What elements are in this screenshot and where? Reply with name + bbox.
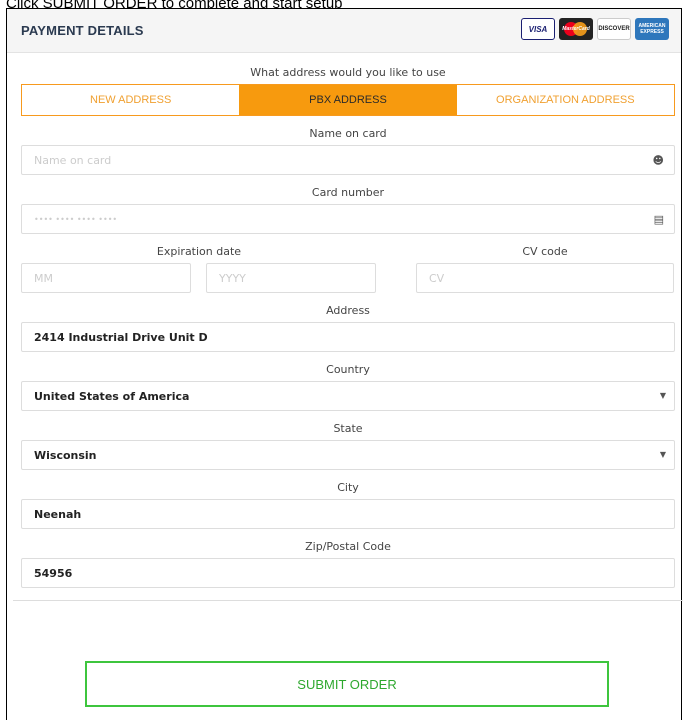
tab-organization-address[interactable]: ORGANIZATION ADDRESS xyxy=(457,85,674,115)
state-value: Wisconsin xyxy=(34,448,97,462)
state-select[interactable]: Wisconsin ▼ xyxy=(21,440,675,470)
country-label: Country xyxy=(326,363,370,376)
card-number-label: Card number xyxy=(311,186,385,199)
expiration-year-input[interactable]: YYYY xyxy=(206,263,376,293)
address-label: Address xyxy=(326,304,370,317)
payment-panel: PAYMENT DETAILS VISA MasterCard DISCOVER… xyxy=(6,8,683,720)
form-content: What address would you like to use NEW A… xyxy=(13,65,683,601)
expiration-cv-row: MM YYYY CV xyxy=(21,263,675,293)
visa-icon: VISA xyxy=(521,18,555,40)
card-number-placeholder: •••• •••• •••• •••• xyxy=(34,214,118,224)
name-on-card-label: Name on card xyxy=(309,127,387,140)
chevron-down-icon: ▼ xyxy=(659,450,666,459)
submit-order-button[interactable]: SUBMIT ORDER xyxy=(85,661,609,707)
tab-new-address[interactable]: NEW ADDRESS xyxy=(22,85,239,115)
amex-icon: AMERICAN EXPRESS xyxy=(635,18,669,40)
cv-code-input[interactable]: CV xyxy=(416,263,674,293)
cv-code-label: CV code xyxy=(522,245,568,258)
address-input[interactable]: 2414 Industrial Drive Unit D xyxy=(21,322,675,352)
discover-icon: DISCOVER xyxy=(597,18,631,40)
credit-card-icon: ▤ xyxy=(653,213,664,226)
month-placeholder: MM xyxy=(34,271,53,285)
expiration-month-input[interactable]: MM xyxy=(21,263,191,293)
city-input[interactable]: Neenah xyxy=(21,499,675,529)
zip-label: Zip/Postal Code xyxy=(305,540,391,553)
page-title: PAYMENT DETAILS xyxy=(21,23,144,38)
card-number-input[interactable]: •••• •••• •••• •••• ▤ xyxy=(21,204,675,234)
address-tabs: NEW ADDRESS PBX ADDRESS ORGANIZATION ADD… xyxy=(21,84,675,116)
address-choice-label: What address would you like to use xyxy=(250,66,446,79)
country-select[interactable]: United States of America ▼ xyxy=(21,381,675,411)
expiration-cv-labels: Expiration date CV code xyxy=(21,244,675,260)
city-value: Neenah xyxy=(34,507,82,521)
divider xyxy=(13,600,683,601)
zip-input[interactable]: 54956 xyxy=(21,558,675,588)
state-label: State xyxy=(333,422,363,435)
address-value: 2414 Industrial Drive Unit D xyxy=(34,330,208,344)
tab-pbx-address[interactable]: PBX ADDRESS xyxy=(239,85,457,115)
chevron-down-icon: ▼ xyxy=(659,391,666,400)
city-label: City xyxy=(337,481,359,494)
year-placeholder: YYYY xyxy=(219,271,246,285)
expiration-date-label: Expiration date xyxy=(156,245,242,258)
user-icon: ☻ xyxy=(652,154,664,167)
cv-placeholder: CV xyxy=(429,271,445,285)
name-on-card-placeholder: Name on card xyxy=(34,153,112,167)
mastercard-icon: MasterCard xyxy=(559,18,593,40)
accepted-cards: VISA MasterCard DISCOVER AMERICAN EXPRES… xyxy=(521,18,669,40)
zip-value: 54956 xyxy=(34,566,73,580)
panel-header: PAYMENT DETAILS VISA MasterCard DISCOVER… xyxy=(7,9,681,53)
name-on-card-input[interactable]: Name on card ☻ xyxy=(21,145,675,175)
country-value: United States of America xyxy=(34,389,190,403)
